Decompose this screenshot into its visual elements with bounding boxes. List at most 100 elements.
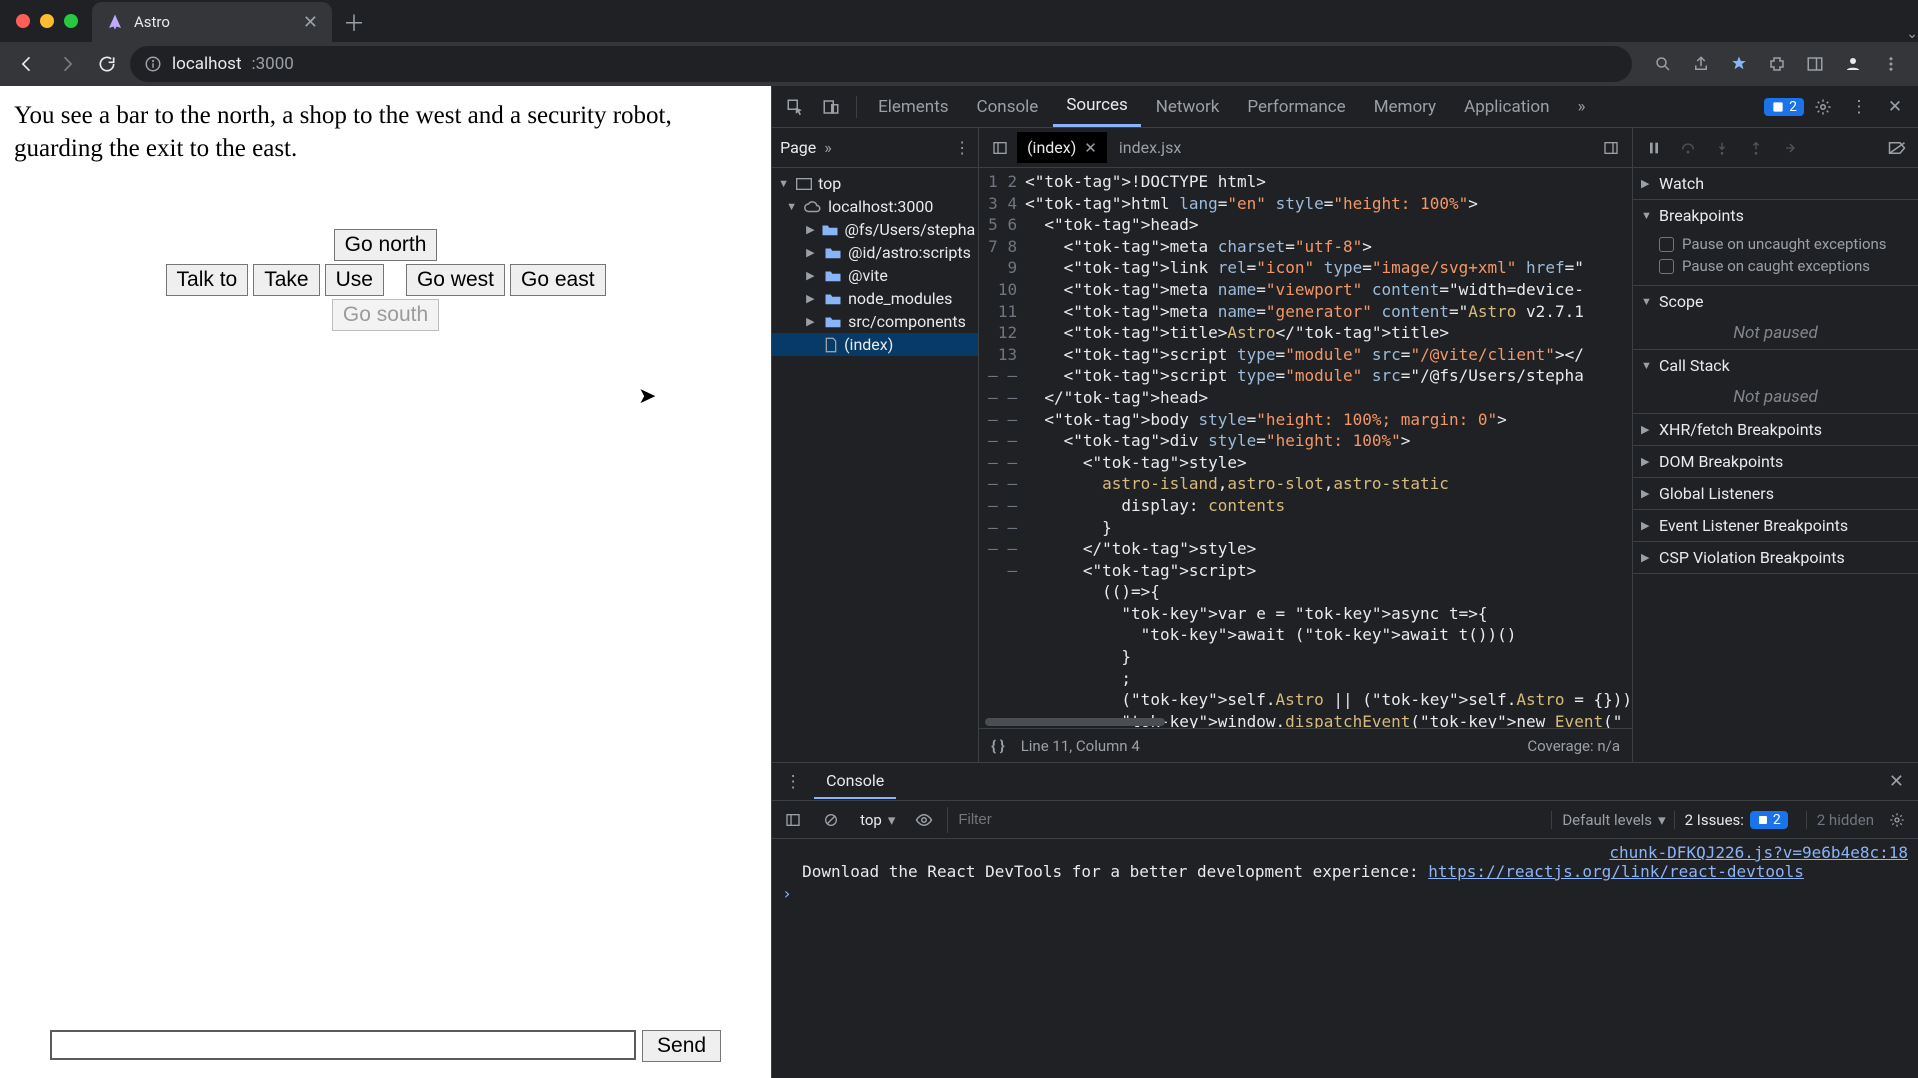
step-into-icon[interactable] [1707,133,1737,163]
console-sidebar-icon[interactable] [778,805,808,835]
go-east-button[interactable]: Go east [510,264,606,296]
devtools-settings-icon[interactable] [1806,90,1840,124]
file-tab-indexjsx[interactable]: index.jsx [1109,132,1191,163]
tree-item[interactable]: @vite [848,266,888,285]
tabs-overflow-icon[interactable]: ⌄ [1906,26,1918,42]
step-icon[interactable] [1775,133,1805,163]
pause-icon[interactable] [1639,133,1669,163]
tree-item[interactable]: src/components [848,312,966,331]
execution-context-selector[interactable]: top▾ [854,811,901,829]
nav-back-button[interactable] [10,47,44,81]
profile-icon[interactable] [1836,47,1870,81]
clear-console-icon[interactable] [816,805,846,835]
console-message: chunk-DFKQJ226.js?v=9e6b4e8c:18 [782,843,1908,862]
tree-item[interactable]: (index) [844,335,893,354]
send-button[interactable]: Send [642,1030,721,1062]
nav-forward-button[interactable] [50,47,84,81]
checkbox-caught[interactable] [1659,259,1674,274]
devtools-close-icon[interactable]: ✕ [1878,90,1912,124]
step-out-icon[interactable] [1741,133,1771,163]
zoom-icon[interactable] [1646,47,1680,81]
csp-bp-section[interactable]: CSP Violation Breakpoints [1659,548,1845,567]
folder-icon [824,315,842,329]
extensions-icon[interactable] [1760,47,1794,81]
tab-memory[interactable]: Memory [1361,88,1449,126]
share-icon[interactable] [1684,47,1718,81]
issues-label: 2 Issues: [1685,811,1744,829]
sources-nav-page-tab[interactable]: Page [780,138,816,157]
take-button[interactable]: Take [253,264,319,296]
code-editor[interactable]: 1 2 3 4 5 6 7 8 9 10 11 12 13 – – – – – … [979,168,1632,728]
file-tab-close-icon[interactable]: ✕ [1084,139,1097,157]
step-over-icon[interactable] [1673,133,1703,163]
tree-item[interactable]: @id/astro:scripts [848,243,971,262]
live-expression-icon[interactable] [909,805,939,835]
tab-network[interactable]: Network [1143,88,1233,126]
new-tab-button[interactable]: ＋ [338,6,370,38]
go-north-button[interactable]: Go north [334,229,438,261]
tab-close-icon[interactable]: ✕ [303,12,318,33]
window-zoom-button[interactable] [64,14,78,28]
tab-elements[interactable]: Elements [865,88,961,126]
sources-navigator: Page » ⋮ ▼top ▼localhost:3000 ▶@fs/Users… [772,128,979,762]
console-output[interactable]: chunk-DFKQJ226.js?v=9e6b4e8c:18 Download… [772,839,1918,1078]
go-west-button[interactable]: Go west [406,264,505,296]
issues-badge[interactable]: 2 [1764,98,1804,116]
folder-icon [821,223,839,237]
console-filter-input[interactable] [947,807,1543,833]
drawer-menu-icon[interactable]: ⋮ [778,767,808,797]
bookmark-star-icon[interactable] [1722,47,1756,81]
dom-bp-section[interactable]: DOM Breakpoints [1659,452,1783,471]
sidepanel-icon[interactable] [1798,47,1832,81]
game-text-input[interactable] [50,1030,636,1060]
deactivate-breakpoints-icon[interactable] [1882,133,1912,163]
pretty-print-icon[interactable]: { } [991,737,1005,755]
watch-section[interactable]: Watch [1659,174,1704,193]
tab-sources[interactable]: Sources [1053,86,1140,127]
event-listener-bp-section[interactable]: Event Listener Breakpoints [1659,516,1848,535]
code-lines: <"tok-tag">!DOCTYPE html><"tok-tag">html… [1025,168,1632,728]
drawer-tab-console[interactable]: Console [814,764,896,799]
tree-origin[interactable]: localhost:3000 [828,197,933,216]
message-link[interactable]: https://reactjs.org/link/react-devtools [1428,862,1804,881]
window-close-button[interactable] [16,14,30,28]
toggle-debugger-icon[interactable] [1596,133,1626,163]
site-info-icon[interactable] [144,55,162,73]
tree-item[interactable]: @fs/Users/stepha [845,220,976,239]
console-settings-icon[interactable] [1882,805,1912,835]
use-button[interactable]: Use [325,264,384,296]
horizontal-scrollbar[interactable] [985,718,1165,726]
devtools-menu-icon[interactable]: ⋮ [1842,90,1876,124]
scope-section[interactable]: Scope [1659,292,1703,311]
toggle-navigator-icon[interactable] [985,133,1015,163]
browser-tab-astro[interactable]: Astro ✕ [92,2,332,42]
console-prompt[interactable]: › [782,881,1908,906]
talk-to-button[interactable]: Talk to [166,264,249,296]
nav-menu-icon[interactable]: ⋮ [954,138,970,157]
drawer-close-icon[interactable]: ✕ [1881,767,1912,796]
tab-console[interactable]: Console [964,88,1052,126]
device-toggle-icon[interactable] [814,90,848,124]
breakpoints-section[interactable]: Breakpoints [1659,206,1744,225]
message-source-link[interactable]: chunk-DFKQJ226.js?v=9e6b4e8c:18 [1609,843,1908,862]
tab-performance[interactable]: Performance [1234,88,1358,126]
tab-application[interactable]: Application [1451,88,1562,126]
file-tree[interactable]: ▼top ▼localhost:3000 ▶@fs/Users/stepha ▶… [772,168,978,762]
tree-top[interactable]: top [818,174,841,193]
browser-menu-icon[interactable] [1874,47,1908,81]
xhr-section[interactable]: XHR/fetch Breakpoints [1659,420,1822,439]
inspect-icon[interactable] [778,90,812,124]
nav-reload-button[interactable] [90,47,124,81]
checkbox-uncaught[interactable] [1659,237,1674,252]
more-nav-tabs-icon[interactable]: » [824,138,832,157]
console-issues-indicator[interactable]: 2 Issues: 2 [1674,811,1798,829]
global-listeners-section[interactable]: Global Listeners [1659,484,1774,503]
address-bar[interactable]: localhost:3000 [130,46,1632,82]
window-minimize-button[interactable] [40,14,54,28]
tree-item[interactable]: node_modules [848,289,952,308]
log-levels-selector[interactable]: Default levels▾ [1551,811,1665,829]
file-tab-index[interactable]: (index)✕ [1017,132,1107,163]
callstack-section[interactable]: Call Stack [1659,356,1730,375]
more-tabs-icon[interactable]: » [1564,90,1598,124]
hidden-messages-label[interactable]: 2 hidden [1806,811,1874,829]
